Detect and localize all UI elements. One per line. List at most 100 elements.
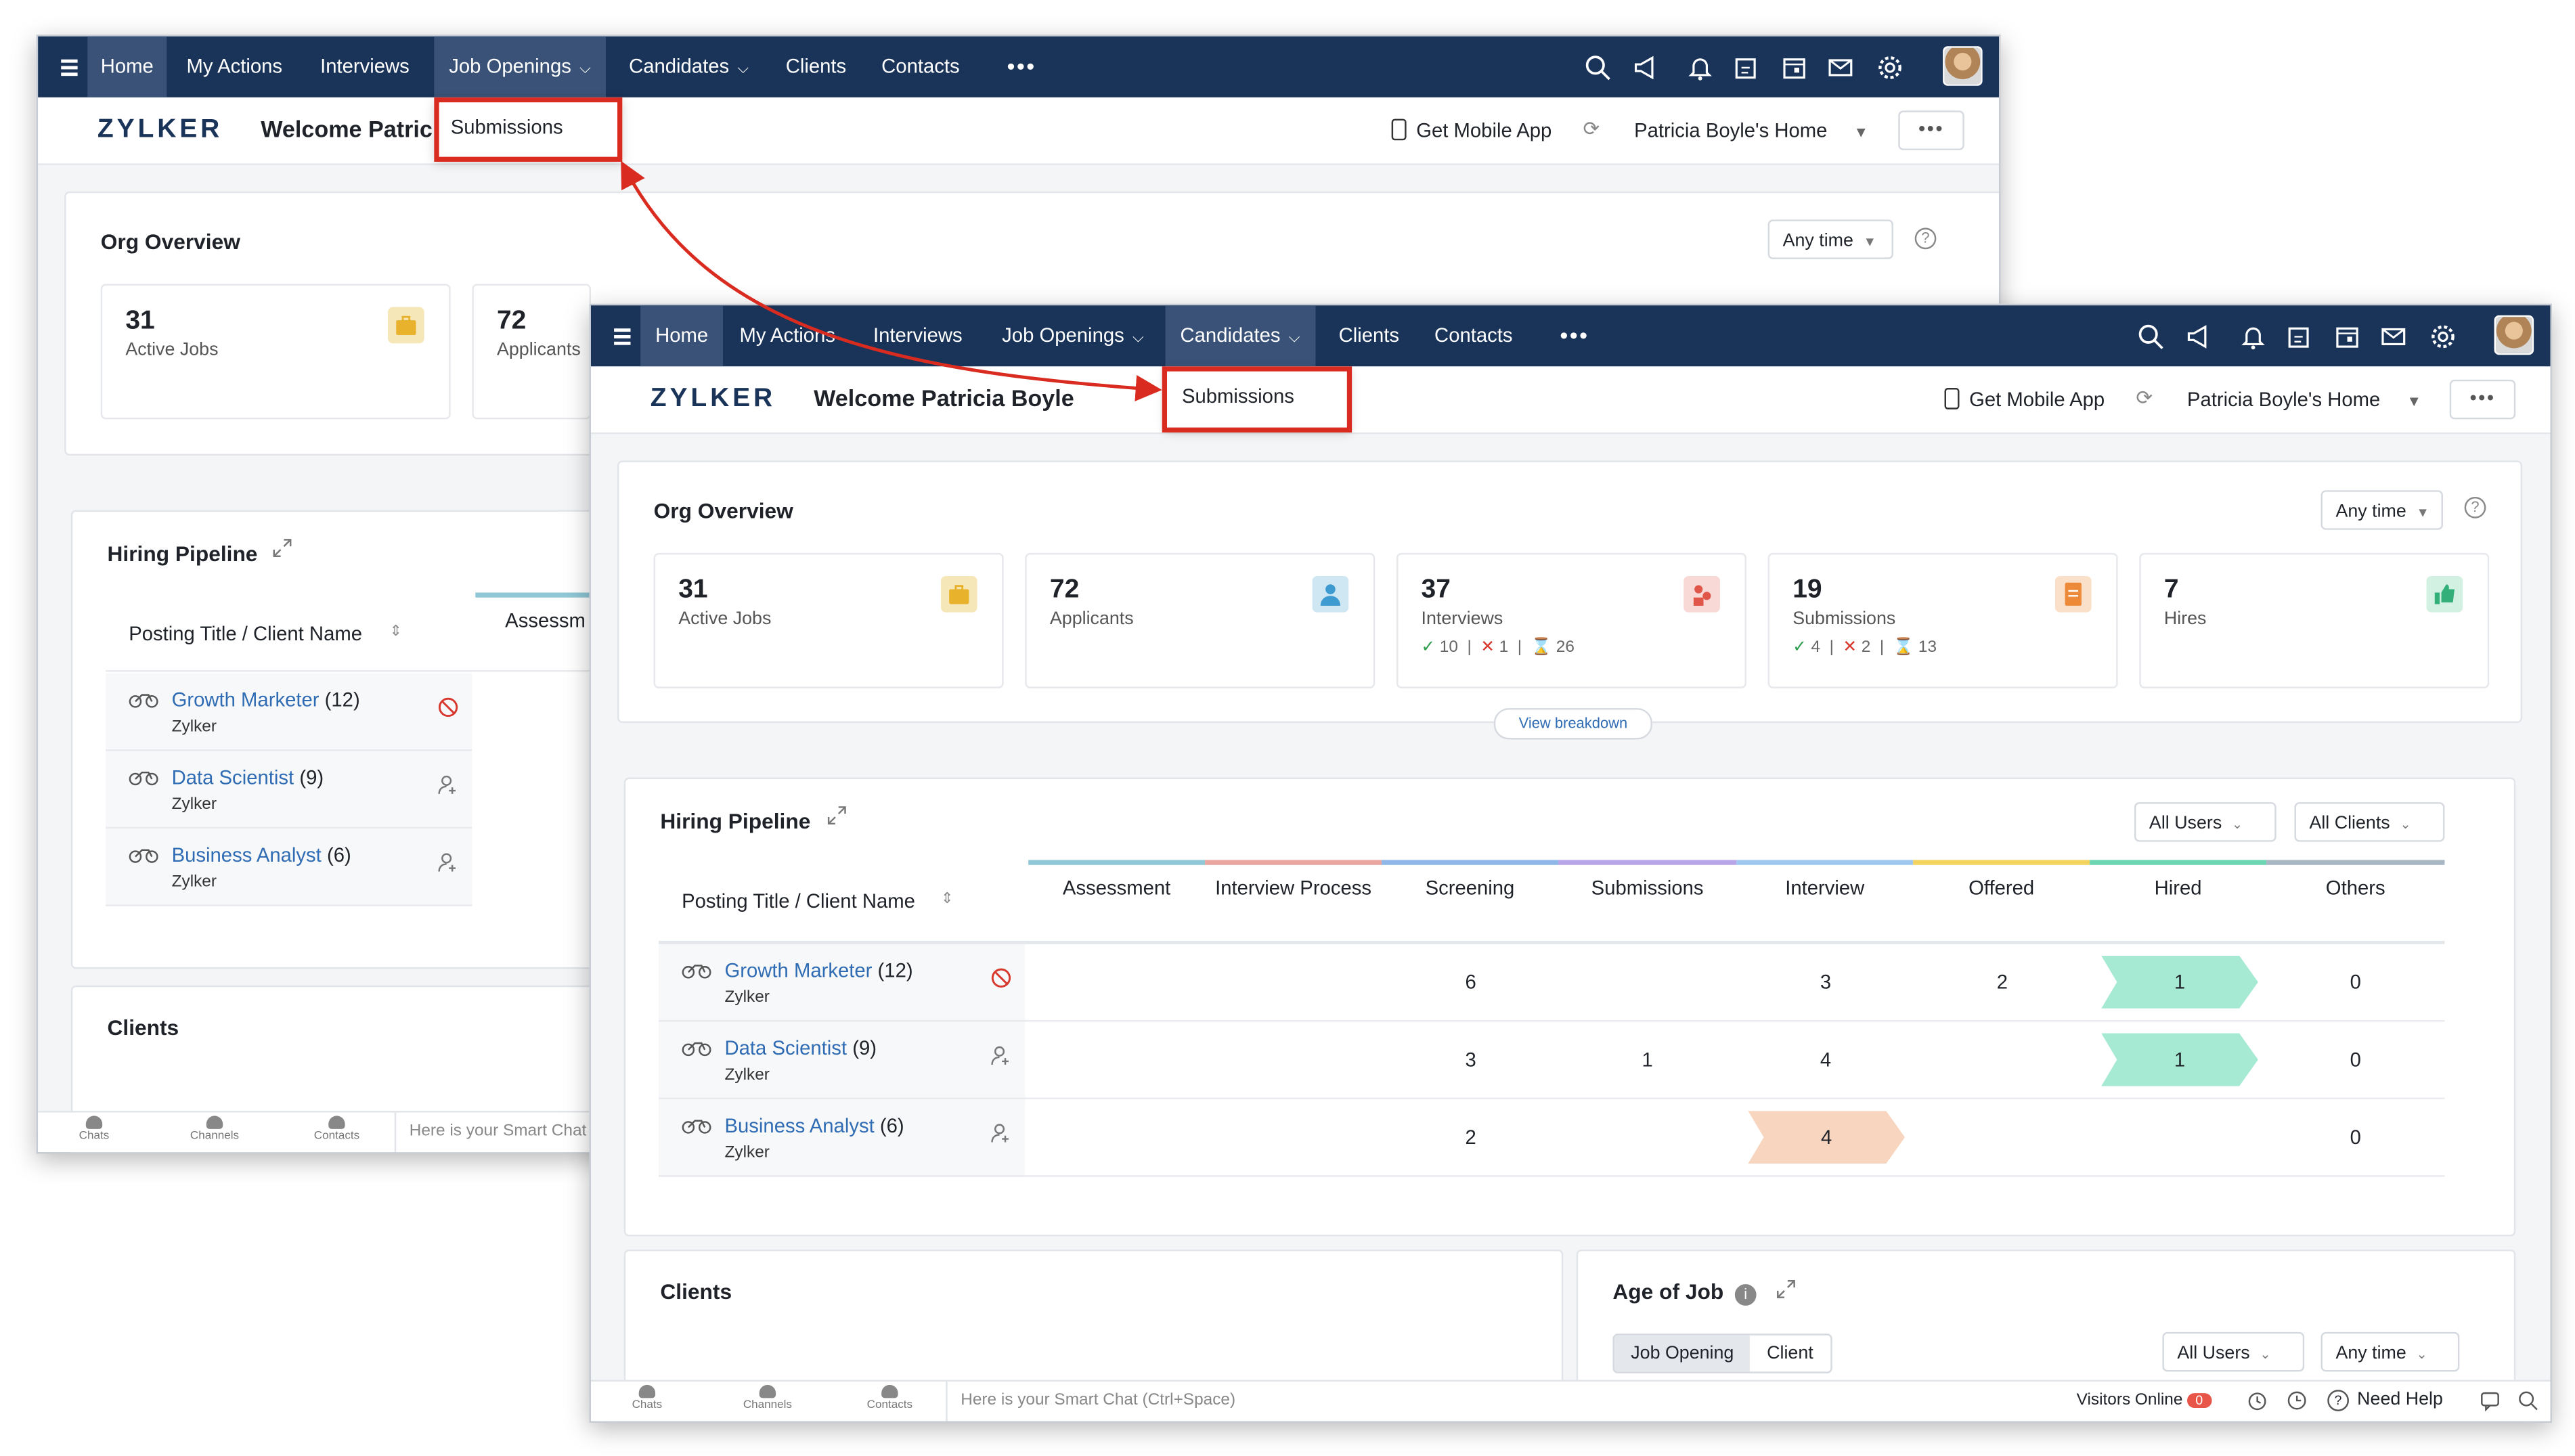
- add-user-icon[interactable]: [437, 852, 459, 873]
- job-title-link[interactable]: Growth Marketer (12): [725, 959, 913, 982]
- header-more-button[interactable]: •••: [2449, 379, 2516, 420]
- job-title-link[interactable]: Business Analyst (6): [172, 843, 351, 866]
- cell-others[interactable]: 0: [2306, 1048, 2405, 1071]
- add-user-icon[interactable]: [990, 1122, 1012, 1144]
- bell-icon[interactable]: [1687, 54, 1713, 81]
- nav-clients[interactable]: Clients: [1339, 305, 1399, 366]
- seg-job-opening[interactable]: Job Opening: [1614, 1335, 1751, 1372]
- mail-icon[interactable]: [2380, 324, 2406, 350]
- more-nav-icon[interactable]: •••: [1560, 305, 1589, 366]
- help-icon[interactable]: ?: [2464, 496, 2486, 519]
- stat-submissions[interactable]: 19 Submissions ✓ 4 | ✕ 2 | ⌛ 13: [1767, 552, 2118, 688]
- add-note-icon[interactable]: [1733, 54, 1759, 81]
- search-icon[interactable]: [2517, 1390, 2539, 1411]
- cell-others[interactable]: 0: [2306, 971, 2405, 994]
- cell-offered[interactable]: 2: [1953, 971, 2052, 994]
- stat-active-jobs[interactable]: 31 Active Jobs: [100, 284, 451, 420]
- calendar-icon[interactable]: [2334, 324, 2360, 350]
- megaphone-icon[interactable]: [1633, 54, 1659, 81]
- add-note-icon[interactable]: [2286, 324, 2312, 350]
- history-icon[interactable]: [2286, 1390, 2308, 1411]
- cell-screening[interactable]: 6: [1422, 971, 1520, 994]
- search-icon[interactable]: [1585, 54, 1611, 81]
- contacts-button[interactable]: Contacts: [287, 1116, 386, 1142]
- more-nav-icon[interactable]: •••: [1007, 37, 1036, 97]
- cell-interview[interactable]: 3: [1776, 971, 1875, 994]
- add-user-icon[interactable]: [990, 1045, 1012, 1067]
- cell-interview[interactable]: 4: [1748, 1111, 1906, 1164]
- megaphone-icon[interactable]: [2186, 324, 2212, 350]
- nav-home[interactable]: Home: [640, 305, 724, 367]
- channels-button[interactable]: Channels: [165, 1116, 264, 1142]
- cell-hired[interactable]: 1: [2101, 1033, 2258, 1086]
- age-users-filter[interactable]: All Users ⌄: [2162, 1331, 2305, 1372]
- seg-client[interactable]: Client: [1751, 1336, 1830, 1372]
- time-filter[interactable]: Any time ▼: [1767, 219, 1893, 259]
- cell-screening[interactable]: 2: [1422, 1126, 1520, 1149]
- stat-hires[interactable]: 7 Hires: [2139, 552, 2490, 688]
- stat-applicants[interactable]: 72 Applicants: [1025, 552, 1375, 688]
- search-icon[interactable]: [2138, 324, 2164, 350]
- alarm-icon[interactable]: [2247, 1390, 2268, 1411]
- nav-candidates[interactable]: Candidates ⌵: [1165, 305, 1315, 367]
- refresh-icon[interactable]: ⟳: [1583, 117, 1600, 140]
- users-filter[interactable]: All Users ⌄: [2134, 802, 2276, 842]
- gear-icon[interactable]: [1877, 54, 1903, 81]
- blocked-icon[interactable]: [437, 697, 459, 718]
- menu-icon[interactable]: [58, 37, 91, 97]
- cell-hired[interactable]: 1: [2101, 955, 2258, 1009]
- add-user-icon[interactable]: [437, 774, 459, 796]
- refresh-icon[interactable]: ⟳: [2136, 387, 2153, 410]
- nav-clients[interactable]: Clients: [786, 37, 846, 97]
- header-more-button[interactable]: •••: [1898, 110, 1964, 150]
- get-mobile-app-link[interactable]: Get Mobile App: [1944, 388, 2105, 411]
- nav-my-actions[interactable]: My Actions: [187, 37, 283, 97]
- cell-others[interactable]: 0: [2306, 1126, 2405, 1149]
- cell-interview[interactable]: 4: [1776, 1048, 1875, 1071]
- need-help-button[interactable]: ? Need Help: [2327, 1390, 2443, 1411]
- stat-active-jobs[interactable]: 31 Active Jobs: [653, 552, 1004, 688]
- nav-interviews[interactable]: Interviews: [873, 305, 963, 366]
- expand-icon[interactable]: [1776, 1279, 1796, 1299]
- clients-filter[interactable]: All Clients ⌄: [2294, 802, 2445, 842]
- nav-candidates[interactable]: Candidates ⌵: [629, 37, 749, 97]
- cell-screening[interactable]: 3: [1422, 1048, 1520, 1071]
- visitors-online[interactable]: Visitors Online 0: [2077, 1392, 2211, 1409]
- chat-bubble-icon[interactable]: [2480, 1390, 2501, 1411]
- gear-icon[interactable]: [2429, 324, 2456, 350]
- nav-my-actions[interactable]: My Actions: [739, 305, 835, 366]
- chats-button[interactable]: Chats: [598, 1384, 697, 1411]
- job-title-link[interactable]: Data Scientist (9): [172, 766, 324, 789]
- home-selector[interactable]: Patricia Boyle's Home ▼: [2187, 388, 2421, 411]
- job-title-link[interactable]: Growth Marketer (12): [172, 688, 360, 711]
- expand-icon[interactable]: [272, 538, 292, 558]
- cell-submissions[interactable]: 1: [1598, 1048, 1696, 1071]
- home-selector[interactable]: Patricia Boyle's Home ▼: [1634, 119, 1868, 142]
- stat-applicants[interactable]: 72 Applicants: [472, 284, 591, 420]
- job-title-link[interactable]: Business Analyst (6): [725, 1114, 904, 1137]
- help-icon[interactable]: ?: [1914, 227, 1937, 250]
- sort-icon[interactable]: ⇕: [941, 889, 953, 908]
- info-icon[interactable]: i: [1734, 1284, 1757, 1306]
- get-mobile-app-link[interactable]: Get Mobile App: [1391, 118, 1551, 142]
- job-title-link[interactable]: Data Scientist (9): [725, 1036, 877, 1059]
- nav-interviews[interactable]: Interviews: [320, 37, 410, 97]
- time-filter[interactable]: Any time ▼: [2320, 490, 2443, 530]
- calendar-icon[interactable]: [1781, 54, 1807, 81]
- nav-contacts[interactable]: Contacts: [881, 37, 959, 97]
- stat-interviews[interactable]: 37 Interviews ✓ 10 | ✕ 1 | ⌛ 26: [1396, 552, 1746, 688]
- avatar[interactable]: [1943, 46, 1983, 86]
- sort-icon[interactable]: ⇕: [389, 622, 401, 640]
- channels-button[interactable]: Channels: [718, 1384, 817, 1411]
- bell-icon[interactable]: [2240, 324, 2266, 350]
- smart-chat-input[interactable]: Here is your Smart Chat (Ctrl+Space): [946, 1382, 1951, 1421]
- age-time-filter[interactable]: Any time ⌄: [2320, 1331, 2460, 1372]
- mail-icon[interactable]: [1827, 54, 1853, 81]
- chats-button[interactable]: Chats: [45, 1116, 144, 1142]
- avatar[interactable]: [2494, 315, 2534, 355]
- nav-job-openings[interactable]: Job Openings ⌵: [1002, 305, 1143, 366]
- contacts-button[interactable]: Contacts: [840, 1384, 939, 1411]
- nav-job-openings[interactable]: Job Openings ⌵: [434, 36, 606, 97]
- menu-icon[interactable]: [611, 305, 644, 366]
- blocked-icon[interactable]: [990, 967, 1012, 989]
